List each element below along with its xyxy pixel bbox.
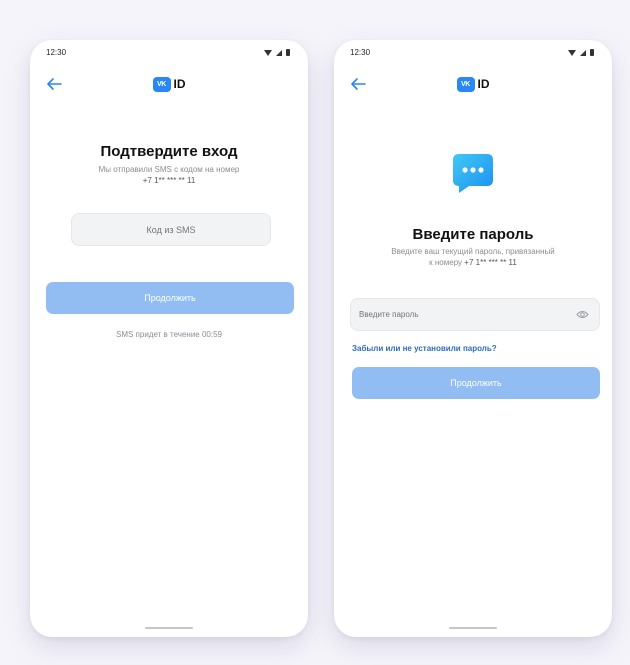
logo-text: ID — [173, 77, 186, 91]
masked-phone-number: +7 1** *** ** 11 — [142, 176, 196, 185]
eye-icon[interactable] — [576, 309, 589, 320]
page-title: Введите пароль — [412, 226, 534, 243]
wifi-icon — [264, 49, 272, 56]
vk-logo-icon: VK — [152, 76, 171, 92]
status-icons — [264, 49, 290, 56]
logo-text: ID — [477, 77, 490, 91]
password-input[interactable] — [359, 299, 559, 330]
continue-button[interactable]: Продолжить — [352, 367, 600, 399]
continue-button[interactable]: Продолжить — [46, 282, 294, 314]
phone-line: к номеру +7 1** *** ** 11 — [334, 258, 612, 267]
signal-icon — [276, 49, 282, 56]
page-subtitle: Мы отправили SMS с кодом на номер — [98, 165, 240, 174]
wifi-icon — [568, 49, 576, 56]
phone-screen-sms: 12:30 VK ID Подтвердите вход Мы отправил… — [30, 40, 308, 637]
sms-timer-text: SMS придет в течение 00:59 — [116, 330, 222, 339]
phone-screen-password: 12:30 VK ID Введите пароль Введите ваш т… — [334, 40, 612, 637]
vk-id-logo: VK ID — [334, 76, 612, 92]
chat-bubble-icon — [453, 154, 493, 193]
status-time: 12:30 — [350, 48, 371, 57]
signal-icon — [580, 49, 586, 56]
status-icons — [568, 49, 594, 56]
page-title: Подтвердите вход — [100, 143, 238, 160]
masked-phone-number: +7 1** *** ** 11 — [464, 258, 517, 267]
sms-code-input[interactable] — [71, 213, 271, 246]
vk-id-logo: VK ID — [30, 76, 308, 92]
battery-icon — [590, 49, 594, 56]
password-field[interactable] — [350, 298, 600, 331]
battery-icon — [286, 49, 290, 56]
home-indicator — [145, 627, 193, 629]
status-bar: 12:30 — [30, 48, 308, 62]
page-subtitle: Введите ваш текущий пароль, привязанный — [391, 247, 555, 256]
phone-prefix: к номеру — [429, 258, 465, 267]
home-indicator — [449, 627, 497, 629]
status-bar: 12:30 — [334, 48, 612, 62]
vk-logo-icon: VK — [456, 76, 475, 92]
status-time: 12:30 — [46, 48, 67, 57]
forgot-password-link[interactable]: Забыли или не установили пароль? — [352, 344, 497, 353]
